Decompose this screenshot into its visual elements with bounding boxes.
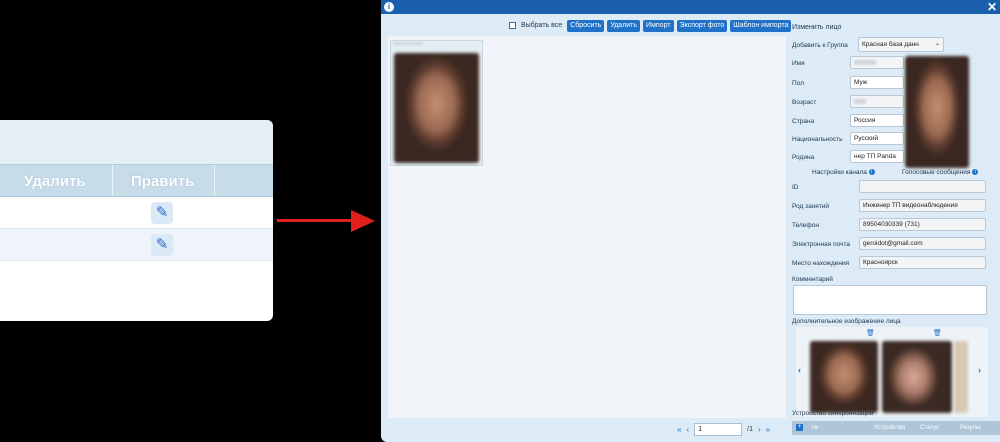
edit-face-dialog: i ✕ Выбрать все Сбросить Удалить Импорт … (381, 0, 1000, 442)
screenshot-root: Удалить Править ✎ ✎ i ✕ Выбрать все Сбро… (0, 0, 1000, 442)
face-photo (394, 53, 479, 163)
face-gallery (388, 36, 786, 418)
group-select[interactable]: Красная база данн ⌄ (858, 37, 944, 52)
column-header-delete: Удалить (24, 173, 86, 190)
sync-col-status: Статус (920, 425, 939, 431)
age-label: Возраст (792, 99, 817, 106)
gender-label: Пол (792, 80, 804, 87)
extra-image-label: Дополнительное изображение лица (792, 318, 901, 325)
gender-select[interactable]: Муж (850, 76, 904, 89)
delete-button[interactable]: Удалить (607, 19, 641, 32)
chevron-right-icon[interactable]: › (978, 365, 981, 375)
occupation-label: Род занятий (792, 203, 830, 210)
zoomed-table-top (0, 120, 273, 164)
extra-image-carousel: 🗑 🗑 ‹ › (796, 327, 988, 417)
table-row: ✎ (0, 197, 273, 229)
face-preview-photo (905, 56, 969, 168)
zoomed-table: Удалить Править ✎ ✎ (0, 120, 273, 321)
name-label: Имя (792, 60, 805, 67)
trash-icon[interactable]: 🗑 (866, 329, 875, 337)
info-icon: i (384, 2, 394, 12)
chevron-down-icon: ⌄ (934, 41, 940, 47)
trash-icon[interactable]: 🗑 (933, 329, 942, 337)
homeland-field[interactable]: нер ТП Panda (850, 150, 904, 163)
red-arrow-head (351, 210, 375, 232)
sync-table-header: + № Устройство Статус Результ (792, 421, 1000, 435)
page-total: /1 (747, 425, 753, 433)
id-field[interactable] (859, 180, 986, 193)
comment-label: Комментарий (792, 276, 833, 283)
age-field[interactable] (850, 95, 904, 108)
expand-icon[interactable]: + (796, 424, 803, 431)
homeland-label: Родина (792, 154, 815, 161)
extra-face-photo (810, 341, 878, 413)
select-all-label: Выбрать все (521, 22, 563, 29)
info-icon[interactable]: i (972, 169, 979, 176)
chevron-left-icon[interactable]: ‹ (798, 365, 801, 375)
channel-settings-label: Настройки канала i (812, 169, 875, 176)
edit-pencil-icon[interactable]: ✎ (151, 234, 173, 256)
nationality-select[interactable]: Русский (850, 132, 904, 145)
nationality-label: Национальность (792, 136, 843, 143)
page-input[interactable]: 1 (694, 422, 743, 436)
pagination: « ‹ 1 /1 › » (677, 422, 770, 436)
import-template-button[interactable]: Шаблон импорта (730, 19, 792, 32)
column-header-edit: Править (131, 173, 195, 190)
next-page-icon[interactable]: › (758, 425, 761, 434)
country-label: Страна (792, 118, 815, 125)
sync-device-label: Устройство синхронизации (792, 410, 874, 417)
dialog-titlebar: i ✕ (381, 0, 1000, 14)
location-field[interactable]: Красноярск (859, 256, 986, 269)
phone-field[interactable]: 89504030339 (731) (859, 218, 986, 231)
comment-textarea[interactable] (793, 285, 987, 315)
thumbnail-caption (393, 41, 423, 47)
phone-label: Телефон (792, 222, 819, 229)
table-row: ✎ (0, 229, 273, 261)
email-label: Электронная почта (792, 241, 851, 248)
sync-col-device: Устройство (874, 425, 906, 431)
reset-button[interactable]: Сбросить (567, 19, 605, 32)
name-field[interactable] (850, 56, 904, 69)
info-icon[interactable]: i (868, 169, 875, 176)
red-arrow-line (277, 219, 353, 222)
location-label: Место нахождения (792, 260, 850, 267)
sync-col-number: № (812, 425, 819, 431)
zoomed-table-header: Удалить Править (0, 164, 273, 197)
gallery-toolbar: Выбрать все Сбросить Удалить Импорт Эксп… (509, 19, 792, 32)
id-label: ID (792, 184, 799, 191)
edit-pencil-icon[interactable]: ✎ (151, 202, 173, 224)
occupation-field[interactable]: Инженер ТП видеонаблюдения (859, 199, 986, 212)
voice-messages-label: Голосовые сообщения i (902, 169, 979, 176)
last-page-icon[interactable]: » (766, 425, 770, 434)
email-field[interactable]: geroidot@gmail.com (859, 237, 986, 250)
add-to-group-label: Добавить к Группа (792, 42, 848, 49)
panel-title: Изменить лицо (792, 24, 842, 31)
prev-page-icon[interactable]: ‹ (686, 425, 689, 434)
select-all-checkbox[interactable] (509, 22, 516, 29)
import-button[interactable]: Импорт (643, 19, 674, 32)
face-thumbnail[interactable] (390, 40, 483, 166)
country-select[interactable]: Россия (850, 114, 904, 127)
first-page-icon[interactable]: « (677, 425, 681, 434)
extra-face-photo (882, 341, 952, 413)
extra-face-photo (954, 341, 968, 413)
close-icon[interactable]: ✕ (987, 0, 997, 14)
edit-face-panel: Изменить лицо Добавить к Группа Красная … (792, 14, 1000, 442)
sync-col-result: Результ (960, 425, 982, 431)
export-photo-button[interactable]: Экспорт фото (676, 19, 728, 32)
